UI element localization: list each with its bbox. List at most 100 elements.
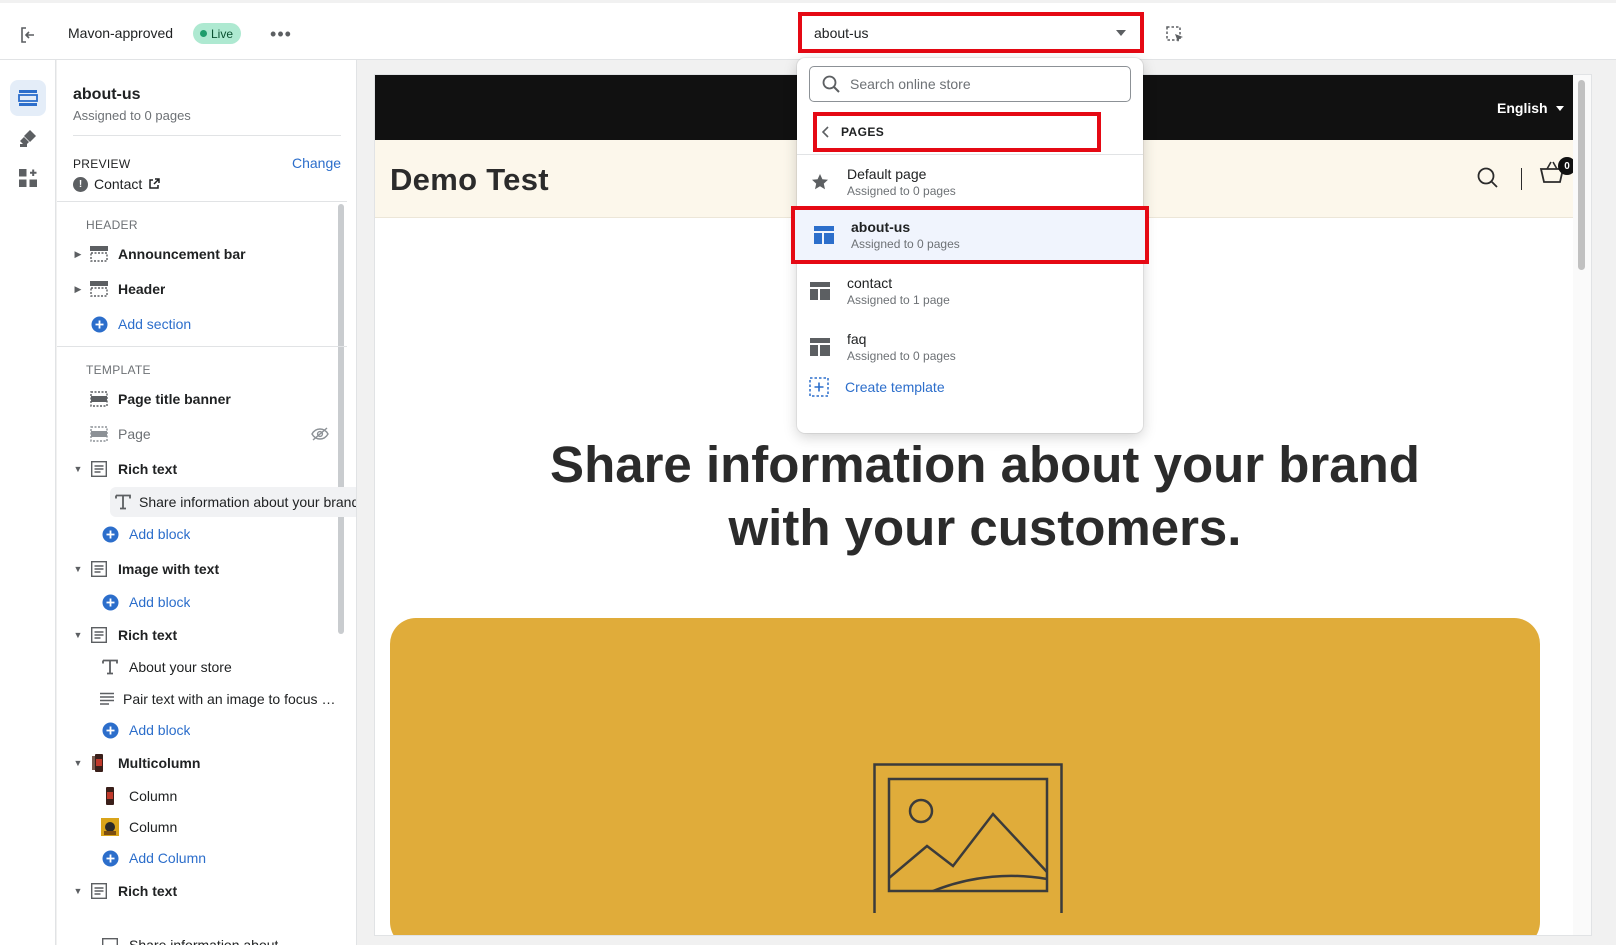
create-template-label: Create template (845, 379, 945, 395)
image-placeholder-icon (873, 763, 1063, 913)
block-heading[interactable]: Share information about your brand with … (110, 487, 357, 517)
plus-circle-icon (88, 315, 110, 333)
add-section-button[interactable]: Add section (71, 309, 341, 339)
preview-heading: PREVIEW (73, 157, 131, 171)
more-actions-button[interactable]: ••• (268, 23, 294, 45)
plus-circle-icon (99, 593, 121, 611)
template-icon (809, 280, 831, 302)
template-dropdown: Search online store PAGES Default page As… (791, 58, 1149, 433)
add-block-button[interactable]: Add block (99, 519, 339, 549)
block-heading[interactable]: Share information about (99, 930, 339, 945)
add-block-label: Add block (129, 526, 191, 542)
add-section-label: Add section (118, 316, 192, 332)
caret-down-icon: ▼ (73, 758, 83, 768)
back-to-pages-button[interactable]: PAGES (813, 112, 1101, 152)
template-icon (809, 336, 831, 358)
rail-theme-settings-button[interactable] (10, 120, 46, 156)
template-option-about-us[interactable]: about-us Assigned to 0 pages (791, 206, 1149, 264)
info-icon: ! (73, 176, 88, 192)
rail-apps-button[interactable] (10, 160, 46, 196)
section-page-title-banner[interactable]: Page title banner (71, 384, 341, 414)
store-name: Mavon-approved (68, 25, 174, 41)
section-label: Page (118, 426, 151, 442)
icon-rail (0, 60, 56, 945)
rich-text-icon (88, 626, 110, 644)
block-heading[interactable]: About your store (99, 652, 339, 682)
section-rich-text[interactable]: ▼ Rich text (71, 454, 341, 484)
plus-circle-icon (99, 525, 121, 543)
add-column-button[interactable]: Add Column (99, 843, 339, 873)
rich-text-icon (88, 460, 110, 478)
create-template-icon (809, 377, 829, 397)
rail-sections-button[interactable] (10, 80, 46, 116)
add-column-label: Add Column (129, 850, 207, 866)
section-page[interactable]: Page (71, 419, 341, 449)
template-option-default-page[interactable]: Default page Assigned to 0 pages (797, 155, 1143, 209)
chevron-left-icon (821, 126, 829, 138)
section-label: Rich text (118, 627, 178, 643)
option-name: faq (847, 331, 867, 347)
template-group-label: TEMPLATE (86, 363, 151, 377)
hidden-eye-icon[interactable] (311, 427, 329, 441)
top-bar: Mavon-approved Live ••• about-us (0, 0, 1616, 60)
live-badge-label: Live (211, 26, 234, 41)
template-selector[interactable]: about-us (798, 12, 1144, 53)
caret-down-icon: ▼ (73, 464, 83, 474)
option-assigned: Assigned to 0 pages (847, 349, 956, 363)
text-t-icon (99, 658, 121, 676)
section-rich-text[interactable]: ▼ Rich text (71, 876, 341, 906)
template-option-faq[interactable]: faq Assigned to 0 pages (797, 320, 1143, 374)
block-column[interactable]: Column (99, 812, 339, 842)
inspector-button[interactable] (1162, 22, 1188, 48)
caret-down-icon (1555, 105, 1564, 111)
section-rich-text[interactable]: ▼ Rich text (71, 620, 341, 650)
language-selector[interactable]: English (1497, 100, 1564, 116)
template-assigned-count: Assigned to 0 pages (73, 108, 191, 123)
store-logo[interactable]: Demo Test (390, 162, 549, 198)
star-icon (809, 171, 831, 193)
section-image-with-text[interactable]: ▼ Image with text (71, 554, 341, 584)
pages-label: PAGES (841, 125, 885, 139)
template-option-contact[interactable]: contact Assigned to 1 page (797, 264, 1143, 318)
option-assigned: Assigned to 1 page (847, 293, 950, 307)
rich-text-icon (88, 882, 110, 900)
section-announcement-bar[interactable]: ▶ Announcement bar (71, 239, 341, 269)
add-block-label: Add block (129, 594, 191, 610)
block-label: Share information about your brand with … (139, 494, 357, 510)
section-multicolumn[interactable]: ▼ Multicolumn (71, 748, 341, 778)
preview-page[interactable]: ! Contact (73, 176, 160, 192)
paintbrush-icon (20, 130, 36, 147)
section-icon (88, 280, 110, 298)
divider (73, 135, 341, 136)
option-assigned: Assigned to 0 pages (851, 237, 960, 251)
caret-down-icon: ▼ (73, 564, 83, 574)
live-dot-icon (200, 30, 207, 37)
block-label: Column (129, 819, 178, 835)
section-label: Header (118, 281, 166, 297)
change-preview-link[interactable]: Change (292, 155, 341, 171)
search-icon (1477, 167, 1498, 188)
option-name: contact (847, 275, 893, 291)
section-label: Announcement bar (118, 246, 246, 262)
image-with-text-placeholder (390, 618, 1540, 935)
search-online-store-input[interactable]: Search online store (809, 66, 1131, 102)
block-text[interactable]: Pair text with an image to focus on your… (99, 684, 339, 714)
section-icon (88, 245, 110, 263)
create-template-button[interactable]: Create template (809, 377, 945, 397)
section-header[interactable]: ▶ Header (71, 274, 341, 304)
search-icon (822, 75, 840, 93)
exit-button[interactable] (14, 21, 42, 49)
header-search-button[interactable] (1477, 167, 1499, 189)
caret-right-icon: ▶ (74, 248, 82, 259)
language-label: English (1497, 100, 1548, 116)
app-blocks-icon (19, 169, 37, 187)
block-column[interactable]: Column (99, 781, 339, 811)
preview-scrollbar[interactable] (1578, 80, 1585, 270)
section-label: Image with text (118, 561, 220, 577)
template-title: about-us (73, 86, 141, 103)
header-divider (1521, 168, 1522, 190)
sections-sidebar: about-us Assigned to 0 pages PREVIEW Cha… (57, 60, 357, 945)
add-block-button[interactable]: Add block (99, 715, 339, 745)
add-block-button[interactable]: Add block (99, 587, 339, 617)
plus-circle-icon (99, 849, 121, 867)
